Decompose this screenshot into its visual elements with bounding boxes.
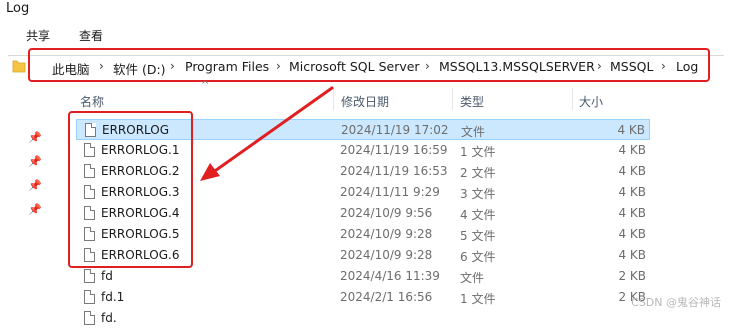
annotation-arrow xyxy=(200,86,334,181)
watermark: CSDN @鬼谷神话 xyxy=(631,296,721,309)
